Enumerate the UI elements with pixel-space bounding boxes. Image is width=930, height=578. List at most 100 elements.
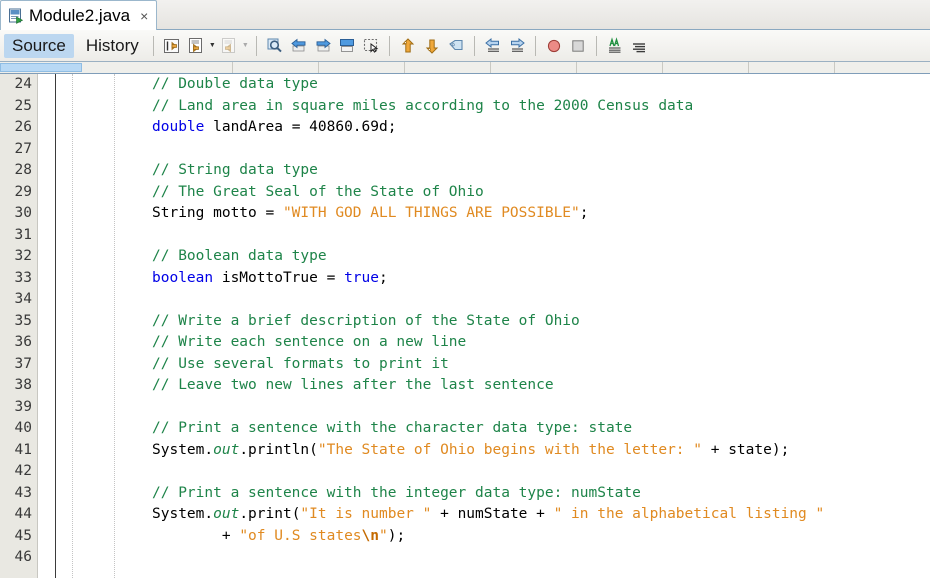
code-token-st: "WITH GOD ALL THINGS ARE POSSIBLE": [282, 205, 580, 221]
tab-history-label: History: [85, 35, 139, 55]
code-token-esc: \n: [361, 527, 379, 544]
find-previous-icon[interactable]: [288, 35, 310, 57]
line-number: 41: [14, 441, 32, 458]
code-line[interactable]: // Print a sentence with the character d…: [56, 418, 930, 440]
start-macro-recording-icon[interactable]: [543, 35, 565, 57]
scrollbar-tick: [490, 62, 491, 73]
code-line[interactable]: [56, 397, 930, 419]
glyph-margin[interactable]: [39, 74, 55, 578]
find-selection-icon[interactable]: [264, 35, 286, 57]
code-line[interactable]: double landArea = 40860.69d;: [56, 117, 930, 139]
code-token-st: "of U.S states: [239, 527, 362, 544]
format-icon[interactable]: [628, 35, 650, 57]
line-number: 37: [14, 355, 32, 372]
code-token-sf: out: [213, 506, 240, 522]
netbeans-editor-window: Module2.java × Source History ▼ ▼ 24 25 …: [0, 0, 930, 578]
document-tab-strip: Module2.java ×: [0, 0, 930, 30]
java-file-icon: [8, 8, 24, 24]
toggle-bookmark-icon[interactable]: [445, 35, 467, 57]
line-number: 26: [14, 119, 32, 135]
shift-left-icon[interactable]: [482, 35, 504, 57]
uncomment-icon[interactable]: [218, 35, 240, 57]
code-text-area[interactable]: // Double data type // Land area in squar…: [56, 74, 930, 578]
code-token-st: ": [379, 527, 388, 544]
code-line[interactable]: // Write a brief description of the Stat…: [56, 311, 930, 333]
code-token-cm: // Print a sentence with the character d…: [152, 420, 633, 436]
last-edit-icon[interactable]: [161, 35, 183, 57]
line-number: 40: [14, 420, 32, 436]
scrollbar-tick: [748, 62, 749, 73]
line-number: 32: [14, 248, 32, 264]
code-line[interactable]: [56, 139, 930, 161]
code-line[interactable]: // Use several formats to print it: [56, 354, 930, 376]
tab-source[interactable]: Source: [4, 33, 74, 58]
code-token-pl: );: [387, 527, 406, 544]
line-number: 39: [14, 398, 32, 415]
editor-horizontal-scrollbar[interactable]: [0, 62, 930, 74]
line-number: 24: [14, 76, 32, 92]
code-line[interactable]: [56, 225, 930, 247]
code-token-pl: +: [152, 527, 240, 544]
document-tab-label: Module2.java: [29, 5, 131, 25]
scrollbar-tick: [318, 62, 319, 73]
next-bookmark-icon[interactable]: [421, 35, 443, 57]
code-token-pl: + state);: [702, 441, 790, 458]
toolbar-separator: [595, 35, 597, 56]
line-number: 45: [14, 527, 32, 544]
code-token-cm: // Use several formats to print it: [152, 355, 449, 372]
tab-source-label: Source: [12, 35, 66, 55]
code-line[interactable]: // Leave two new lines after the last se…: [56, 375, 930, 397]
code-token-kw: true: [344, 269, 379, 286]
scrollbar-tick: [834, 62, 835, 73]
document-tab-module2-java[interactable]: Module2.java ×: [0, 0, 158, 30]
inspect-icon[interactable]: [604, 35, 626, 57]
toggle-highlight-icon[interactable]: [336, 35, 358, 57]
code-line[interactable]: System.out.println("The State of Ohio be…: [56, 440, 930, 462]
line-number: 38: [14, 377, 32, 393]
code-line[interactable]: [56, 547, 930, 569]
shift-right-icon[interactable]: [506, 35, 528, 57]
code-line[interactable]: // The Great Seal of the State of Ohio: [56, 182, 930, 204]
code-token-cm: // Double data type: [152, 76, 318, 92]
code-line[interactable]: System.out.print("It is number " + numSt…: [56, 504, 930, 526]
tab-history[interactable]: History: [78, 34, 147, 58]
stop-macro-recording-icon[interactable]: [567, 35, 589, 57]
chevron-down-icon-comment[interactable]: ▼: [208, 35, 217, 57]
scrollbar-tick: [662, 62, 663, 73]
toggle-comment-icon[interactable]: [185, 35, 207, 57]
toolbar-separator: [534, 35, 536, 56]
code-editor[interactable]: 24 25 26 27 28 29 30 31 32 33 34 35 36 37 38 39 40 41 42 43…: [0, 74, 930, 578]
code-token-cm: // Print a sentence with the integer dat…: [152, 484, 641, 501]
toolbar-separator: [152, 35, 154, 56]
code-line[interactable]: // Print a sentence with the integer dat…: [56, 483, 930, 505]
line-number: 43: [14, 484, 32, 501]
code-line[interactable]: // Write each sentence on a new line: [56, 332, 930, 354]
line-number-gutter: 24 25 26 27 28 29 30 31 32 33 34 35 36 37 38 39 40 41 42 43…: [0, 74, 38, 578]
code-line[interactable]: String motto = "WITH GOD ALL THINGS ARE …: [56, 203, 930, 225]
line-number: 27: [14, 140, 32, 157]
toggle-rectangular-selection-icon[interactable]: [360, 35, 382, 57]
code-line[interactable]: // String data type: [56, 160, 930, 182]
line-number: 46: [14, 549, 32, 565]
code-line[interactable]: [56, 289, 930, 311]
code-line[interactable]: boolean isMottoTrue = true;: [56, 268, 930, 290]
find-next-icon[interactable]: [312, 35, 334, 57]
code-token-cm: // Land area in square miles according t…: [152, 97, 694, 114]
code-token-cm: // Boolean data type: [152, 248, 327, 264]
code-token-pl: isMottoTrue =: [213, 269, 345, 286]
code-token-st: "It is number ": [300, 506, 432, 522]
code-line[interactable]: // Land area in square miles according t…: [56, 96, 930, 118]
code-line[interactable]: [56, 461, 930, 483]
line-number: 36: [14, 334, 32, 350]
previous-bookmark-icon[interactable]: [397, 35, 419, 57]
line-number: 33: [14, 269, 32, 286]
code-line[interactable]: + "of U.S states\n");: [56, 526, 930, 548]
scrollbar-thumb[interactable]: [0, 63, 82, 72]
code-line[interactable]: // Boolean data type: [56, 246, 930, 268]
code-line[interactable]: // Double data type: [56, 74, 930, 96]
scrollbar-tick: [404, 62, 405, 73]
line-number: 34: [14, 291, 32, 307]
chevron-down-icon-uncomment: ▼: [241, 42, 249, 49]
close-icon[interactable]: ×: [140, 9, 148, 23]
code-token-cm: // Write each sentence on a new line: [152, 334, 467, 350]
